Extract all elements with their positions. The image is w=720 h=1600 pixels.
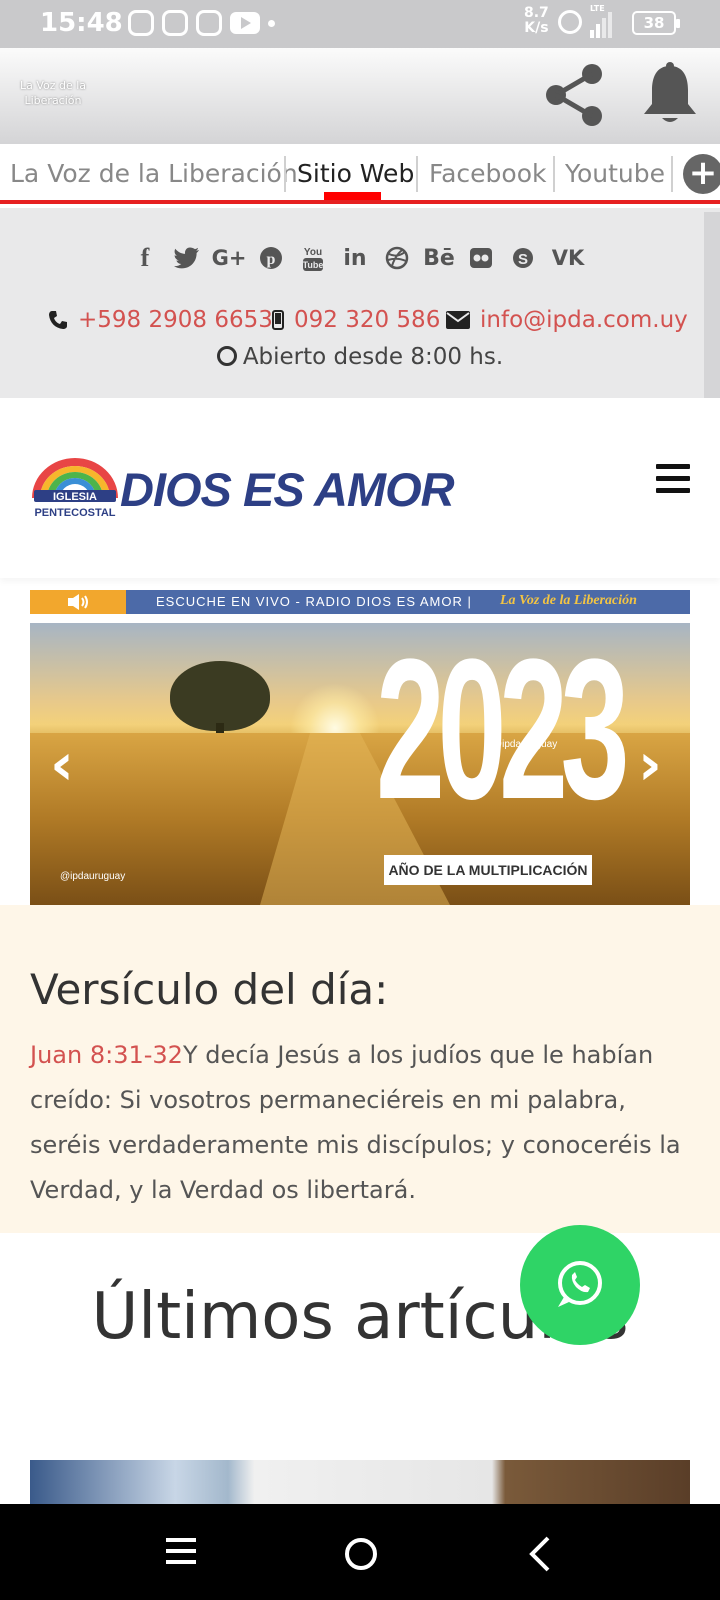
youtube-notification-icon (230, 12, 260, 34)
whatsapp-icon (558, 1261, 602, 1307)
radio-station-tag: La Voz de la Liberación (500, 593, 637, 608)
vk-icon[interactable]: VK (544, 240, 592, 276)
opening-hours: Abierto desde 8:00 hs. (0, 344, 720, 370)
svg-text:S: S (518, 251, 528, 268)
tab-divider (416, 156, 418, 192)
message-notification-icon (128, 10, 154, 36)
envelope-icon (446, 311, 470, 329)
google-plus-icon[interactable]: G+ (208, 240, 250, 276)
tab-youtube[interactable]: Youtube (565, 154, 665, 194)
radio-banner-text: ESCUCHE EN VIVO - RADIO DIOS ES AMOR | (156, 594, 472, 609)
mobile-contact[interactable]: 092 320 586 (272, 300, 440, 340)
more-notifications-icon (268, 19, 275, 27)
facebook-icon[interactable]: f (124, 240, 166, 276)
svg-text:p: p (267, 251, 276, 268)
skype-icon[interactable]: S (502, 240, 544, 276)
logo-iglesia-text: IGLESIA (53, 491, 97, 503)
mobile-number: 092 320 586 (294, 307, 441, 333)
network-speed-unit: K/s (524, 20, 549, 36)
contact-info-section: f G+ p You Tube in Bē S VK +598 2908 6653 (0, 208, 720, 398)
tab-bar: La Voz de la Liberación Sitio Web Facebo… (0, 144, 720, 204)
article-thumbnail[interactable] (30, 1460, 690, 1504)
back-button[interactable] (528, 1536, 552, 1572)
page-scrollbar[interactable] (704, 212, 720, 402)
youtube-icon[interactable]: You Tube (292, 240, 334, 276)
menu-button[interactable] (656, 464, 690, 494)
rainbow-logo-icon: IGLESIA PENTECOSTAL (32, 458, 118, 519)
verse-of-the-day: Versículo del día: Juan 8:31-32Y decía J… (0, 905, 720, 1233)
slider-handle-text: @ipdauruguay (60, 871, 126, 882)
email-contact[interactable]: info@ipda.com.uy (446, 300, 688, 340)
active-tab-indicator (324, 192, 381, 200)
whatsapp-button[interactable] (520, 1225, 640, 1345)
live-radio-banner[interactable]: ESCUCHE EN VIVO - RADIO DIOS ES AMOR | L… (30, 590, 690, 614)
app-title: La Voz de la Liberación (19, 79, 87, 107)
tab-sitio-web[interactable]: Sitio Web (297, 154, 414, 194)
network-speed: 8.7 K/s (524, 6, 549, 36)
mobile-icon (272, 310, 284, 330)
tab-divider (284, 156, 286, 192)
flickr-icon[interactable] (460, 240, 502, 276)
slider-tree (170, 661, 270, 731)
site-logo[interactable]: IGLESIA PENTECOSTAL DIOS ES AMOR (30, 454, 490, 524)
twitter-icon[interactable] (166, 240, 208, 276)
clock-icon (216, 346, 237, 366)
speaker-icon (30, 590, 126, 614)
svg-text:You: You (304, 247, 322, 258)
tab-divider (553, 156, 555, 192)
verse-reference-link[interactable]: Juan 8:31-32 (30, 1041, 183, 1069)
alarm-icon (558, 10, 582, 34)
pinterest-icon[interactable]: p (250, 240, 292, 276)
menu-bar-icon (656, 464, 690, 469)
signal-icon (590, 8, 616, 38)
instagram-notification-icon-2 (196, 10, 222, 36)
menu-bar-icon (656, 488, 690, 493)
email-address: info@ipda.com.uy (480, 307, 688, 333)
brand-name: DIOS ES AMOR (120, 463, 455, 516)
site-header: IGLESIA PENTECOSTAL DIOS ES AMOR (0, 398, 720, 578)
slider-subtitle: AÑO DE LA MULTIPLICACIÓN (384, 855, 592, 885)
tab-facebook[interactable]: Facebook (429, 154, 546, 194)
recent-apps-button[interactable] (166, 1538, 196, 1571)
notification-icons (128, 10, 275, 36)
social-links: f G+ p You Tube in Bē S VK (124, 238, 592, 278)
home-button[interactable] (345, 1538, 377, 1570)
battery-indicator: 38 (632, 11, 680, 35)
tab-divider (671, 156, 673, 192)
phone-number: +598 2908 6653 (78, 307, 273, 333)
network-speed-value: 8.7 (524, 5, 549, 21)
image-slider[interactable]: 2023 @ipdauruguay @ipdauruguay AÑO DE LA… (30, 623, 690, 905)
slider-prev-button[interactable]: ‹ (50, 735, 74, 793)
status-bar: 15:48 8.7 K/s LTE 38 (0, 0, 720, 48)
status-time: 15:48 (40, 8, 123, 38)
system-nav-bar (0, 1504, 720, 1600)
bell-icon[interactable] (640, 62, 700, 128)
phone-icon (49, 311, 67, 329)
logo-pentecostal-text: PENTECOSTAL (34, 507, 115, 519)
slider-handle-text: @ipdauruguay (492, 739, 558, 750)
app-header: La Voz de la Liberación (0, 48, 720, 144)
phone-contact[interactable]: +598 2908 6653 (48, 300, 273, 340)
dribbble-icon[interactable] (376, 240, 418, 276)
contact-row: +598 2908 6653 092 320 586 info@ipda.com… (48, 300, 698, 340)
instagram-notification-icon (162, 10, 188, 36)
linkedin-icon[interactable]: in (334, 240, 376, 276)
menu-bar-icon (656, 476, 690, 481)
tab-la-voz[interactable]: La Voz de la Liberación (10, 154, 298, 194)
opening-hours-text: Abierto desde 8:00 hs. (242, 344, 504, 370)
verse-title: Versículo del día: (30, 965, 389, 1014)
add-tab-button[interactable]: + (683, 154, 720, 194)
slider-year: 2023 (376, 623, 630, 841)
verse-body: Juan 8:31-32Y decía Jesús a los judíos q… (30, 1033, 690, 1213)
slider-next-button[interactable]: › (638, 735, 662, 793)
behance-icon[interactable]: Bē (418, 240, 460, 276)
svg-text:Tube: Tube (303, 260, 324, 270)
share-icon[interactable] (540, 60, 610, 130)
